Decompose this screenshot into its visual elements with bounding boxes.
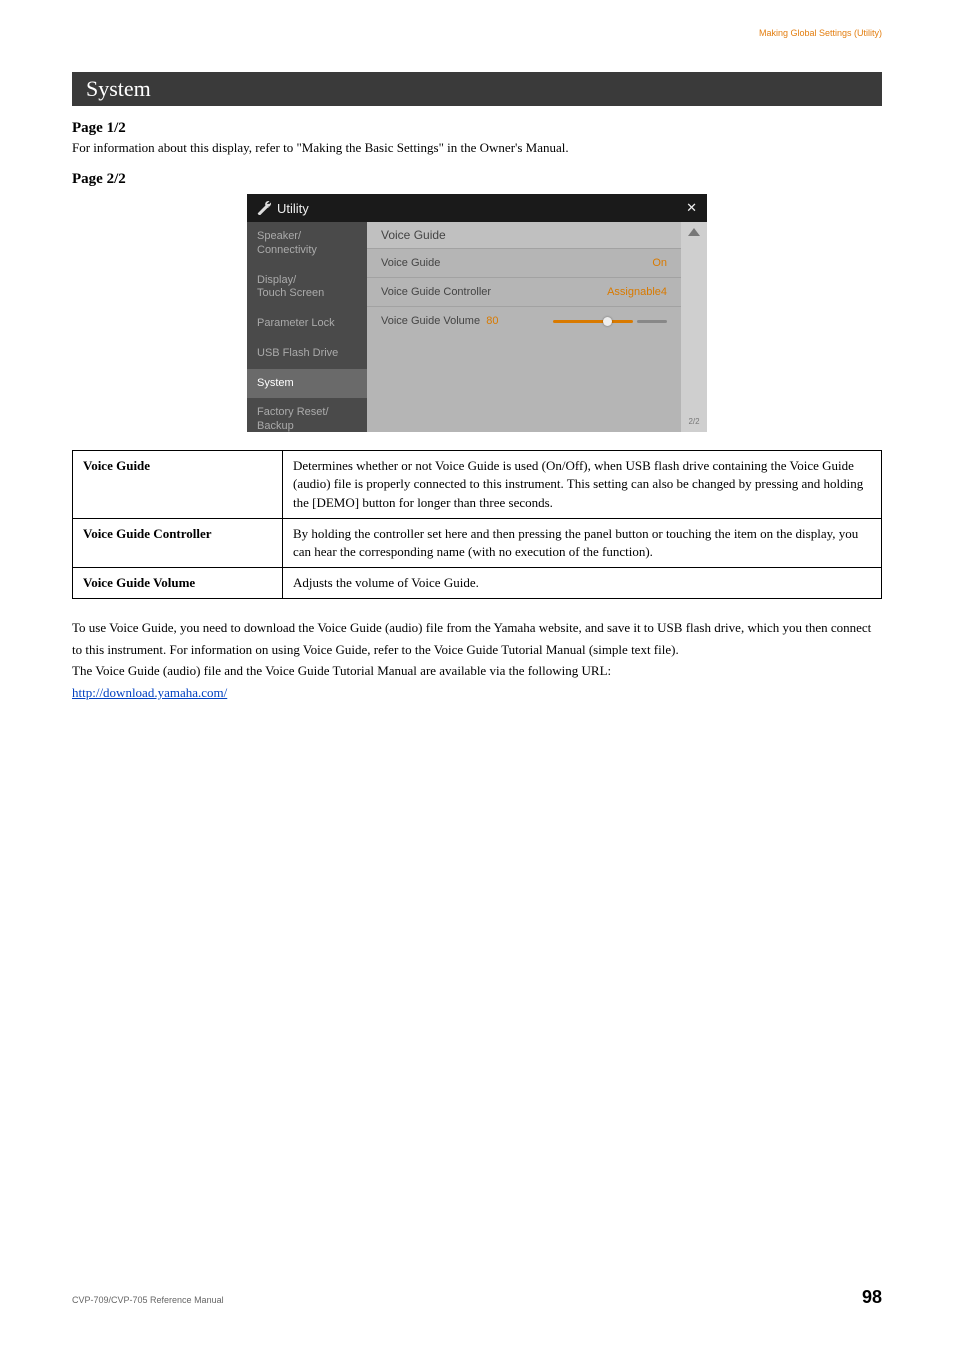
sidebar-item-usb[interactable]: USB Flash Drive: [247, 339, 367, 369]
sidebar-item-parameter-lock[interactable]: Parameter Lock: [247, 309, 367, 339]
body-paragraph-2: The Voice Guide (audio) file and the Voi…: [72, 660, 882, 703]
row-value-num: 80: [486, 315, 498, 327]
utility-main-panel: Voice Guide Voice Guide On Voice Guide C…: [367, 222, 681, 432]
page2-heading: Page 2/2: [72, 171, 882, 188]
def-label: Voice Guide Volume: [73, 568, 283, 599]
def-label: Voice Guide: [73, 451, 283, 519]
row-voice-guide[interactable]: Voice Guide On: [367, 248, 681, 277]
page1-text: For information about this display, refe…: [72, 139, 882, 157]
def-desc: By holding the controller set here and t…: [283, 518, 882, 567]
footer-page-number: 98: [862, 1287, 882, 1308]
row-label: Voice Guide Volume: [381, 315, 480, 327]
scroll-up-icon[interactable]: [688, 228, 700, 236]
definitions-table: Voice Guide Determines whether or not Vo…: [72, 450, 882, 599]
row-voice-guide-volume[interactable]: Voice Guide Volume 80: [367, 306, 681, 335]
download-link[interactable]: http://download.yamaha.com/: [72, 685, 227, 700]
def-label: Voice Guide Controller: [73, 518, 283, 567]
utility-title: Utility: [277, 201, 309, 216]
body-paragraph-1: To use Voice Guide, you need to download…: [72, 617, 882, 660]
body-paragraph-2-text: The Voice Guide (audio) file and the Voi…: [72, 663, 611, 678]
row-label: Voice Guide: [381, 257, 440, 269]
volume-slider[interactable]: [553, 320, 667, 323]
breadcrumb-label: Making Global Settings (Utility): [72, 28, 882, 38]
page1-heading: Page 1/2: [72, 120, 882, 137]
sidebar-item-factory-reset[interactable]: Factory Reset/ Backup: [247, 398, 367, 442]
utility-screenshot: Utility ✕ Speaker/ Connectivity Display/…: [247, 194, 707, 432]
voice-guide-section-label: Voice Guide: [367, 222, 681, 248]
page-scroll[interactable]: 2/2: [681, 222, 707, 432]
row-label: Voice Guide Controller: [381, 286, 491, 298]
row-voice-guide-controller[interactable]: Voice Guide Controller Assignable4: [367, 277, 681, 306]
sidebar-item-speaker[interactable]: Speaker/ Connectivity: [247, 222, 367, 266]
table-row: Voice Guide Volume Adjusts the volume of…: [73, 568, 882, 599]
sidebar-item-system[interactable]: System: [247, 369, 367, 399]
def-desc: Adjusts the volume of Voice Guide.: [283, 568, 882, 599]
section-title-system: System: [72, 72, 882, 106]
utility-sidebar: Speaker/ Connectivity Display/ Touch Scr…: [247, 222, 367, 432]
def-desc: Determines whether or not Voice Guide is…: [283, 451, 882, 519]
table-row: Voice Guide Controller By holding the co…: [73, 518, 882, 567]
close-icon[interactable]: ✕: [686, 200, 697, 216]
row-value: Assignable4: [607, 286, 667, 298]
page-indicator: 2/2: [688, 417, 699, 426]
row-value: On: [652, 257, 667, 269]
table-row: Voice Guide Determines whether or not Vo…: [73, 451, 882, 519]
footer-manual-title: CVP-709/CVP-705 Reference Manual: [72, 1295, 224, 1305]
wrench-icon: [257, 201, 271, 215]
sidebar-item-display[interactable]: Display/ Touch Screen: [247, 266, 367, 310]
